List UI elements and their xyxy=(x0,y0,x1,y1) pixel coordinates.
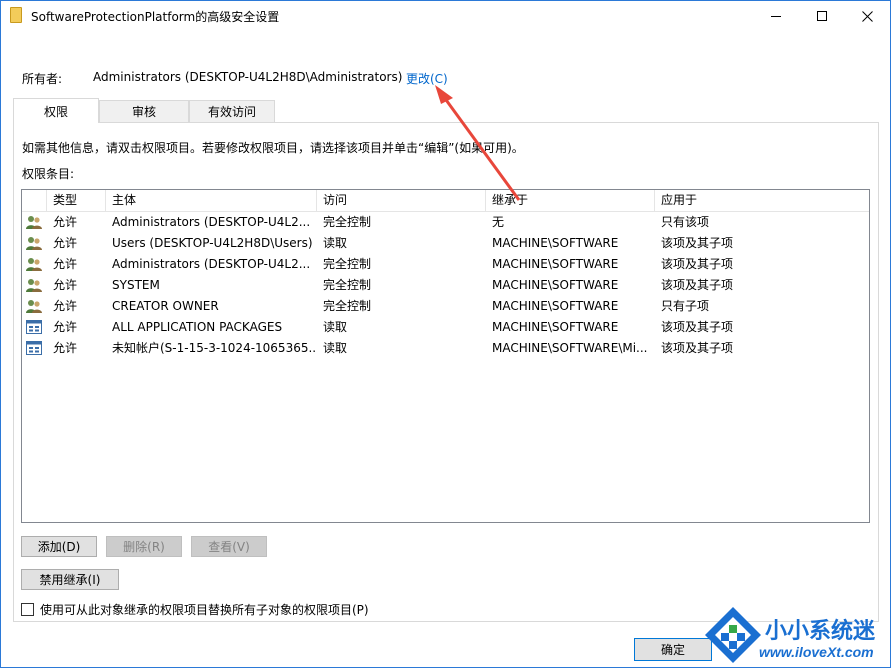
cell-principal: Users (DESKTOP-U4L2H8D\Users) xyxy=(112,236,313,250)
maximize-button[interactable] xyxy=(799,1,845,31)
cell-type: 允许 xyxy=(53,215,78,229)
column-header-icon[interactable] xyxy=(22,190,47,212)
security-settings-window: SoftwareProtectionPlatform的高级安全设置 所有者: A… xyxy=(0,0,891,668)
table-row[interactable]: 允许 SYSTEM 完全控制 MACHINE\SOFTWARE 该项及其子项 xyxy=(22,275,869,296)
minimize-button[interactable] xyxy=(753,1,799,31)
cell-type: 允许 xyxy=(53,341,78,355)
cell-access: 读取 xyxy=(323,341,348,355)
minimize-icon xyxy=(771,15,781,17)
table-row[interactable]: 允许 未知帐户(S-1-15-3-1024-1065365... 读取 MACH… xyxy=(22,338,869,359)
app-package-icon xyxy=(26,341,42,355)
cell-inherited-from: MACHINE\SOFTWARE xyxy=(492,278,619,292)
close-button[interactable] xyxy=(844,1,890,31)
title-bar[interactable]: SoftwareProtectionPlatform的高级安全设置 xyxy=(1,1,890,31)
table-row[interactable]: 允许 Administrators (DESKTOP-U4L2... 完全控制 … xyxy=(22,212,869,233)
users-icon xyxy=(26,279,42,292)
change-owner-link[interactable]: 更改(C) xyxy=(406,70,448,87)
tab-auditing[interactable]: 审核 xyxy=(99,100,189,122)
watermark-url: www.iloveXt.com xyxy=(759,644,874,660)
close-icon xyxy=(861,10,873,22)
cell-principal: SYSTEM xyxy=(112,278,160,292)
list-header: 类型 主体 访问 继承于 应用于 xyxy=(22,190,869,212)
info-text: 如需其他信息，请双击权限项目。若要修改权限项目，请选择该项目并单击“编辑”(如果… xyxy=(22,141,524,155)
cell-principal: Administrators (DESKTOP-U4L2... xyxy=(112,257,311,271)
add-button[interactable]: 添加(D) xyxy=(21,536,97,557)
watermark-title: 小小系统迷 xyxy=(765,618,876,643)
column-header-access[interactable]: 访问 xyxy=(317,190,486,212)
owner-value: Administrators (DESKTOP-U4L2H8D\Administ… xyxy=(93,70,403,84)
permission-entries-label: 权限条目: xyxy=(22,167,75,181)
cell-access: 完全控制 xyxy=(323,257,372,271)
cell-access: 完全控制 xyxy=(323,215,372,229)
replace-permissions-checkbox[interactable] xyxy=(21,602,34,616)
cell-inherited-from: MACHINE\SOFTWARE xyxy=(492,236,619,250)
cell-applies-to: 该项及其子项 xyxy=(661,257,734,271)
cell-inherited-from: MACHINE\SOFTWARE xyxy=(492,299,619,313)
cell-type: 允许 xyxy=(53,257,78,271)
window-title: SoftwareProtectionPlatform的高级安全设置 xyxy=(31,10,280,24)
cell-applies-to: 只有子项 xyxy=(661,299,710,313)
watermark-logo-icon xyxy=(705,607,761,663)
column-header-type[interactable]: 类型 xyxy=(47,190,106,212)
cell-applies-to: 该项及其子项 xyxy=(661,278,734,292)
maximize-icon xyxy=(817,11,827,21)
cell-type: 允许 xyxy=(53,236,78,250)
permission-entries-list[interactable]: 类型 主体 访问 继承于 应用于 允许 Administrators (DESK… xyxy=(21,189,870,523)
cell-type: 允许 xyxy=(53,299,78,313)
column-header-inherited-from[interactable]: 继承于 xyxy=(486,190,655,212)
cell-type: 允许 xyxy=(53,278,78,292)
cell-principal: CREATOR OWNER xyxy=(112,299,219,313)
view-button[interactable]: 查看(V) xyxy=(191,536,267,557)
cell-access: 读取 xyxy=(323,236,348,250)
app-package-icon xyxy=(26,320,42,334)
column-header-applies-to[interactable]: 应用于 xyxy=(655,190,868,212)
cell-access: 完全控制 xyxy=(323,299,372,313)
table-row[interactable]: 允许 ALL APPLICATION PACKAGES 读取 MACHINE\S… xyxy=(22,317,869,338)
users-icon xyxy=(26,258,42,271)
cell-applies-to: 该项及其子项 xyxy=(661,236,734,250)
disable-inheritance-button[interactable]: 禁用继承(I) xyxy=(21,569,119,590)
users-icon xyxy=(26,300,42,313)
cell-principal: ALL APPLICATION PACKAGES xyxy=(112,320,283,334)
cell-inherited-from: MACHINE\SOFTWARE xyxy=(492,320,619,334)
cell-principal: Administrators (DESKTOP-U4L2... xyxy=(112,215,311,229)
replace-permissions-option[interactable]: 使用可从此对象继承的权限项目替换所有子对象的权限项目(P) xyxy=(21,601,369,617)
table-row[interactable]: 允许 CREATOR OWNER 完全控制 MACHINE\SOFTWARE 只… xyxy=(22,296,869,317)
replace-permissions-label: 使用可从此对象继承的权限项目替换所有子对象的权限项目(P) xyxy=(40,602,369,617)
cell-inherited-from: MACHINE\SOFTWARE\Mi... xyxy=(492,341,648,355)
dialog-content: 所有者: Administrators (DESKTOP-U4L2H8D\Adm… xyxy=(1,31,890,667)
cell-applies-to: 只有该项 xyxy=(661,215,710,229)
users-icon xyxy=(26,237,42,250)
tab-effective-access[interactable]: 有效访问 xyxy=(189,100,275,122)
table-row[interactable]: 允许 Users (DESKTOP-U4L2H8D\Users) 读取 MACH… xyxy=(22,233,869,254)
column-header-principal[interactable]: 主体 xyxy=(106,190,317,212)
tab-permissions[interactable]: 权限 xyxy=(13,98,99,123)
watermark: 小小系统迷 www.iloveXt.com xyxy=(701,601,890,667)
cell-principal: 未知帐户(S-1-15-3-1024-1065365... xyxy=(112,341,317,355)
cell-applies-to: 该项及其子项 xyxy=(661,320,734,334)
cell-inherited-from: MACHINE\SOFTWARE xyxy=(492,257,619,271)
cell-access: 读取 xyxy=(323,320,348,334)
cell-applies-to: 该项及其子项 xyxy=(661,341,734,355)
cell-access: 完全控制 xyxy=(323,278,372,292)
remove-button[interactable]: 删除(R) xyxy=(106,536,182,557)
owner-label: 所有者: xyxy=(22,72,63,86)
users-icon xyxy=(26,216,42,229)
table-row[interactable]: 允许 Administrators (DESKTOP-U4L2... 完全控制 … xyxy=(22,254,869,275)
cell-inherited-from: 无 xyxy=(492,215,505,229)
cell-type: 允许 xyxy=(53,320,78,334)
folder-icon xyxy=(10,7,22,23)
